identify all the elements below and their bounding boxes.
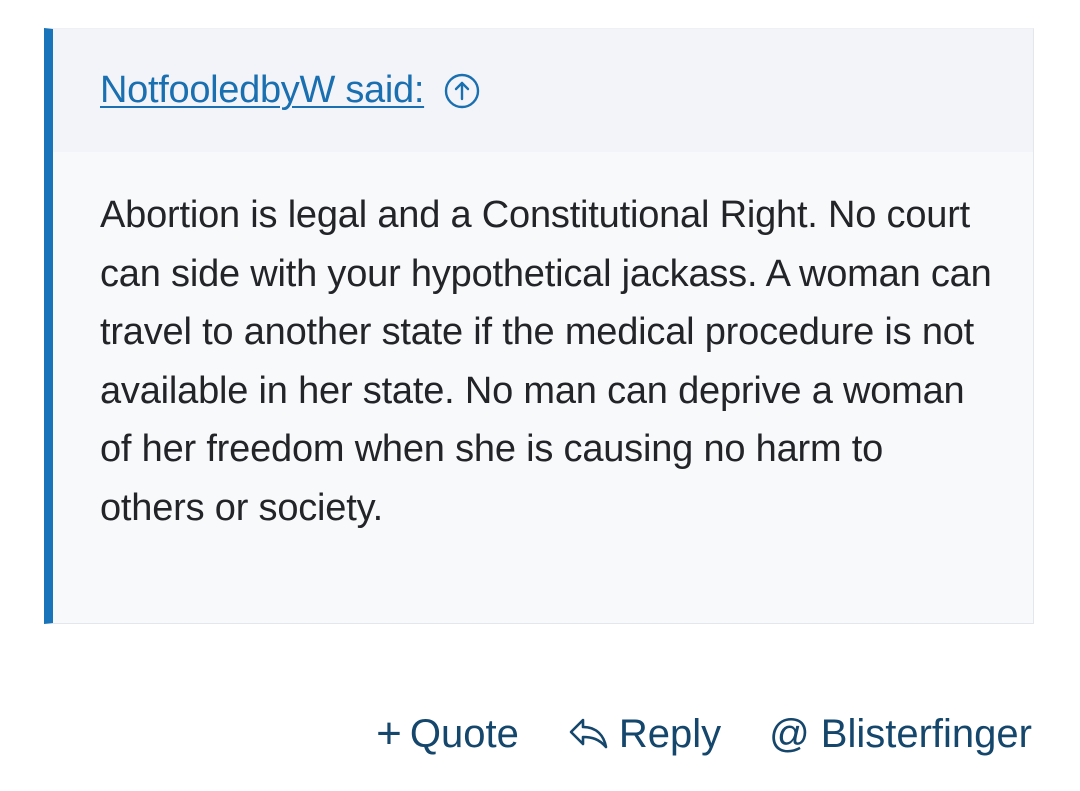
plus-icon: + <box>376 709 402 758</box>
quote-attribution-link[interactable]: NotfooledbyW said: <box>100 69 424 112</box>
quote-body: Abortion is legal and a Constitutional R… <box>100 194 992 529</box>
arrow-up-circle-icon[interactable] <box>444 73 480 109</box>
reply-button[interactable]: Reply <box>567 712 721 757</box>
reply-button-label: Reply <box>618 711 722 756</box>
quote-button[interactable]: + Quote <box>376 712 519 757</box>
post-actions: + Quote Reply @ Blisterfinger <box>376 706 1032 762</box>
quote-button-label: Quote <box>409 711 519 756</box>
reply-arrow-icon <box>567 714 611 754</box>
mention-button-label: @ Blisterfinger <box>769 711 1032 756</box>
quote-block: NotfooledbyW said: Abortion is legal and… <box>44 28 1034 624</box>
quote-header: NotfooledbyW said: <box>53 29 1033 152</box>
mention-button[interactable]: @ Blisterfinger <box>769 712 1032 757</box>
